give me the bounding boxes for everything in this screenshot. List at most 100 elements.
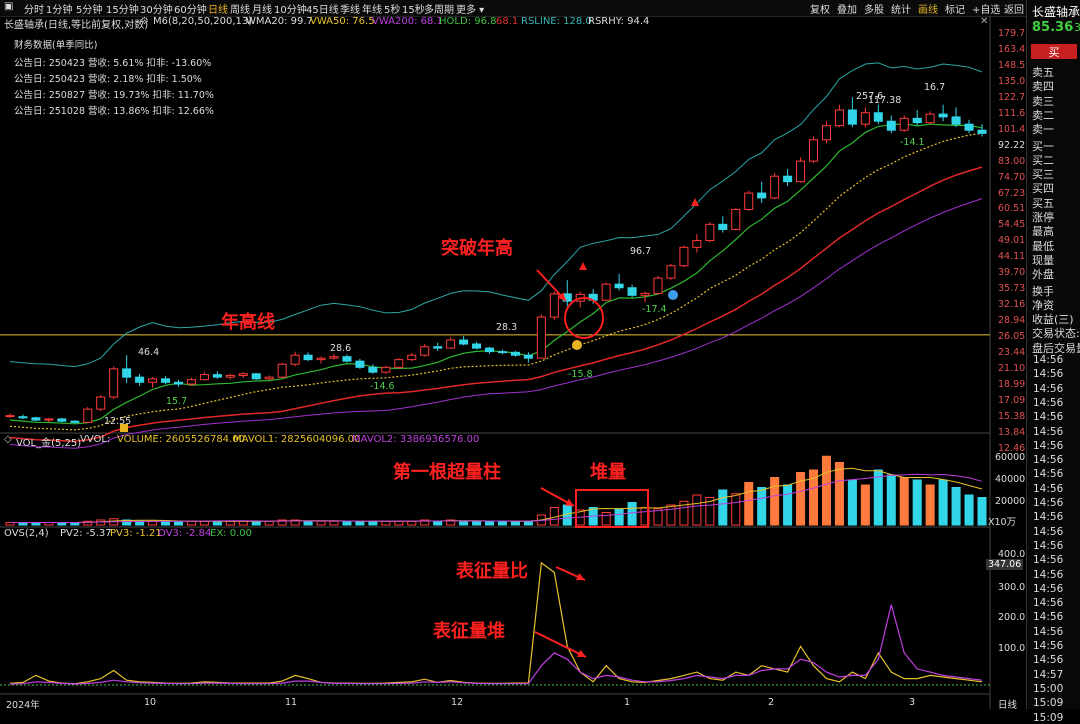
ovs-current-value: 347.06 <box>986 559 1024 570</box>
vwa200-line <box>9 166 983 443</box>
candle <box>394 358 404 369</box>
support-label: -15.8 <box>568 369 593 380</box>
support-label: -14.1 <box>900 137 925 148</box>
candle <box>355 358 365 369</box>
price-axis-label: 39.70 <box>998 267 1026 279</box>
time-axis-month: 1 <box>624 697 631 708</box>
buy-button[interactable]: 买 <box>1031 44 1077 59</box>
vol-stack-annotation: 表征量堆 <box>433 621 505 642</box>
tick-time: 14:56 <box>1033 525 1064 538</box>
tick-time: 14:56 <box>1033 582 1064 595</box>
support-label: -17.4 <box>642 304 667 315</box>
volume-bar <box>899 477 909 526</box>
volume-bar <box>407 520 417 526</box>
price-axis-label: 122.7 <box>998 91 1026 103</box>
volume-bar <box>601 512 611 526</box>
price-axis-label: 111.6 <box>998 107 1026 119</box>
candle <box>173 379 183 387</box>
candle <box>83 407 93 423</box>
volume-bar <box>938 479 948 526</box>
volume-bar <box>199 520 209 526</box>
tick-time: 14:56 <box>1033 554 1064 567</box>
tick-time: 14:56 <box>1033 411 1064 424</box>
candle <box>536 314 546 359</box>
time-axis-month: 10 <box>144 697 157 708</box>
quote-stat-label: 外盘 <box>1032 268 1054 282</box>
price-axis-label: 67.23 <box>998 187 1026 199</box>
vol-axis-label: 60000 <box>995 452 1026 463</box>
candle <box>161 376 171 385</box>
tick-time: 14:56 <box>1033 654 1064 667</box>
price-axis-label: 35.73 <box>998 283 1026 295</box>
ovs-name: OVS(2,4) <box>4 528 49 539</box>
tick-time: 14:56 <box>1033 597 1064 610</box>
collapse-icon[interactable]: ◇ <box>4 434 12 445</box>
tick-time: 14:56 <box>1033 625 1064 638</box>
candle <box>679 245 689 268</box>
candle <box>316 356 326 364</box>
price-axis-label: 44.11 <box>998 251 1026 263</box>
buy-signal-icon <box>579 262 587 270</box>
support-label: -14.6 <box>370 381 395 392</box>
high-label: 28.3 <box>496 322 518 333</box>
high-label: 28.6 <box>330 343 352 354</box>
volume-bar <box>770 477 780 526</box>
tick-time: 14:56 <box>1033 454 1064 467</box>
time-axis-month: 11 <box>285 697 298 708</box>
candle <box>472 342 482 350</box>
high-label: 96.7 <box>630 246 652 257</box>
candle <box>122 355 132 384</box>
price-axis-label: 74.70 <box>998 171 1026 183</box>
candle <box>692 234 702 253</box>
stacked-volume-annotation: 堆量 <box>590 462 626 483</box>
low-label: 12.55 <box>104 416 132 427</box>
support-label: 15.7 <box>166 396 188 407</box>
first-volume-annotation: 第一根超量柱 <box>393 462 501 483</box>
volume-bar <box>744 482 754 526</box>
volume-bar <box>692 494 702 526</box>
volume-bar <box>834 462 844 526</box>
pv3-label: PV3: -1.21 <box>110 528 162 539</box>
candle <box>977 124 987 137</box>
candle <box>485 346 495 354</box>
candle <box>964 119 974 134</box>
tick-time: 15:09 <box>1033 697 1064 710</box>
vvol-label: VVOL: <box>80 434 111 445</box>
candle <box>109 366 119 399</box>
volume-label: VOLUME: 2605526784.00 <box>117 434 245 445</box>
volume-bar <box>925 484 935 526</box>
vol-axis-label: 40000 <box>995 474 1026 485</box>
candle <box>731 208 741 231</box>
candle <box>96 395 106 412</box>
event-marker-icon <box>668 290 678 300</box>
volume-bar <box>757 487 767 526</box>
volume-bar <box>472 520 482 526</box>
volume-bar <box>627 502 637 526</box>
price-axis-label: 17.09 <box>998 394 1026 406</box>
candle <box>718 216 728 233</box>
candle <box>5 413 15 418</box>
volume-bar <box>731 493 741 526</box>
price-axis-label: 23.44 <box>998 347 1026 358</box>
candle <box>381 365 391 374</box>
tick-time: 14:56 <box>1033 425 1064 438</box>
volume-bar <box>342 520 352 526</box>
volume-bar <box>329 520 339 526</box>
volume-bar <box>510 520 520 526</box>
candle <box>757 181 767 203</box>
volume-bar <box>666 504 676 526</box>
vol-name: VOL_金(5,25) <box>16 438 82 449</box>
vol-axis-label: 20000 <box>995 496 1026 507</box>
price-axis-label: 49.01 <box>998 235 1026 247</box>
candle <box>342 354 352 363</box>
candle <box>31 416 41 422</box>
volume-bar <box>368 520 378 526</box>
volume-bar <box>497 520 507 526</box>
tick-time: 14:56 <box>1033 396 1064 409</box>
price-axis-label: 92.22 <box>998 139 1026 151</box>
tick-time: 14:56 <box>1033 382 1064 395</box>
candle <box>886 115 896 134</box>
price-axis-label: 15.38 <box>998 410 1026 422</box>
price-axis-label: 21.10 <box>998 362 1026 374</box>
price-axis-label: 135.0 <box>998 75 1026 87</box>
